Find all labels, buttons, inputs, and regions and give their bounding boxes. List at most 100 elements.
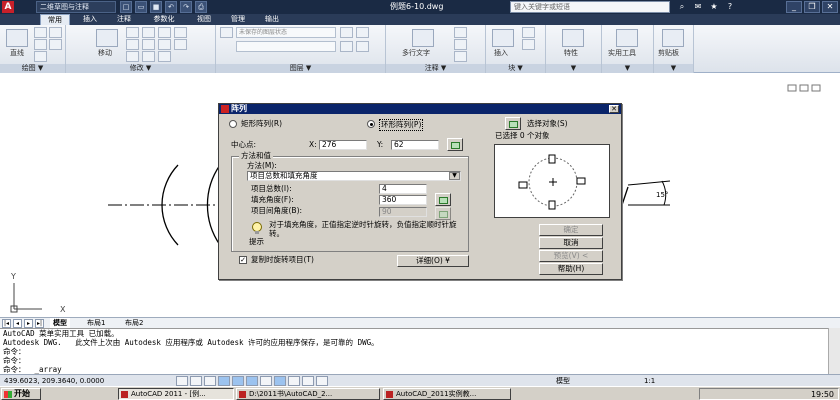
center-x-field[interactable]: 276 <box>319 140 367 150</box>
ortho-toggle[interactable] <box>204 376 216 386</box>
hatch-icon[interactable] <box>34 51 47 62</box>
ducs-toggle[interactable] <box>260 376 272 386</box>
pick-fill-angle-button[interactable] <box>435 193 451 206</box>
snap-toggle[interactable] <box>176 376 188 386</box>
clipboard-panel-label[interactable]: ▼ <box>654 64 693 73</box>
help-button[interactable]: 帮助(H) <box>539 263 603 275</box>
more-details-button[interactable]: 详细(O) ¥ <box>397 255 469 267</box>
block-panel-label[interactable]: 块 ▼ <box>486 64 545 73</box>
scale-icon[interactable] <box>126 51 139 62</box>
autocad-logo-icon[interactable]: A <box>2 1 14 13</box>
restore-icon[interactable]: ❐ <box>804 1 820 13</box>
task-folder[interactable]: D:\2011书\AutoCAD_2... <box>236 388 380 400</box>
utilities-panel-label[interactable]: ▼ <box>602 64 653 73</box>
explode-icon[interactable] <box>158 39 171 50</box>
save-icon[interactable]: ■ <box>150 1 162 13</box>
start-button[interactable]: 开始 <box>1 388 41 400</box>
circle-icon[interactable] <box>49 27 62 38</box>
command-window[interactable]: AutoCAD 菜单实用工具 已加载。 Autodesk DWG. 此文件上次由… <box>0 328 828 374</box>
pick-between-angle-button[interactable] <box>435 207 451 220</box>
grid-toggle[interactable] <box>190 376 202 386</box>
table-icon[interactable] <box>454 51 467 62</box>
undo-icon[interactable]: ↶ <box>165 1 177 13</box>
polyline-icon[interactable] <box>34 27 47 38</box>
modify-panel-label[interactable]: 修改 ▼ <box>66 64 215 73</box>
chevron-down-icon[interactable]: ▼ <box>449 172 460 180</box>
items-field[interactable]: 4 <box>379 184 427 194</box>
clipboard-icon[interactable] <box>662 29 684 47</box>
stretch-icon[interactable] <box>174 39 187 50</box>
close-icon[interactable]: ✕ <box>822 1 838 13</box>
layer-tool2-icon[interactable] <box>356 27 369 38</box>
line-icon[interactable] <box>6 29 28 47</box>
tab-insert[interactable]: 插入 <box>76 14 104 25</box>
rect-array-radio[interactable] <box>229 120 237 128</box>
layer-tool-icon[interactable] <box>340 27 353 38</box>
between-angle-field[interactable]: 90 <box>379 207 427 217</box>
polar-array-radio[interactable] <box>367 120 375 128</box>
array-icon[interactable] <box>142 51 155 62</box>
center-y-field[interactable]: 62 <box>391 140 439 150</box>
tab-output[interactable]: 输出 <box>258 14 286 25</box>
select-objects-button[interactable] <box>505 117 521 130</box>
create-block-icon[interactable] <box>522 27 535 38</box>
fillet-icon[interactable] <box>142 39 155 50</box>
first-tab-icon[interactable]: |◂ <box>2 319 11 328</box>
dialog-title-bar[interactable]: 阵列 ✕ <box>219 104 621 114</box>
redo-icon[interactable]: ↷ <box>180 1 192 13</box>
next-tab-icon[interactable]: ▸ <box>24 319 33 328</box>
task-autocad[interactable]: AutoCAD 2011 - [例... <box>118 388 234 400</box>
lwt-toggle[interactable] <box>288 376 300 386</box>
tab-view[interactable]: 视图 <box>190 14 218 25</box>
pick-center-button[interactable] <box>447 138 463 151</box>
utilities-icon[interactable] <box>616 29 638 47</box>
leader-icon[interactable] <box>454 39 467 50</box>
properties-panel-label[interactable]: ▼ <box>546 64 601 73</box>
layer-tool3-icon[interactable] <box>340 41 353 52</box>
select-objects-label[interactable]: 选择对象(S) <box>527 119 568 129</box>
layer-state-dropdown[interactable]: 未保存的图层状态 <box>236 27 336 38</box>
sc-toggle[interactable] <box>316 376 328 386</box>
rotate-icon[interactable] <box>126 27 139 38</box>
offset-icon[interactable] <box>158 51 171 62</box>
copy-icon[interactable] <box>174 27 187 38</box>
ok-button[interactable]: 确定 <box>539 224 603 236</box>
mirror-icon[interactable] <box>126 39 139 50</box>
help-icon[interactable]: ? <box>724 1 736 13</box>
viewport-controls[interactable] <box>787 84 821 92</box>
rectangle-icon[interactable] <box>49 39 62 50</box>
fill-angle-field[interactable]: 360 <box>379 195 427 205</box>
qp-toggle[interactable] <box>302 376 314 386</box>
binoculars-icon[interactable]: ⌕ <box>676 1 688 13</box>
dimension-icon[interactable] <box>454 27 467 38</box>
dyn-toggle[interactable] <box>274 376 286 386</box>
draw-panel-label[interactable]: 绘图 ▼ <box>0 64 65 73</box>
rotate-items-checkbox[interactable]: ✓ <box>239 256 247 264</box>
task-document[interactable]: AutoCAD_2011实例教... <box>383 388 511 400</box>
arc-icon[interactable] <box>34 39 47 50</box>
workspace-selector[interactable]: 二维草图与注释 <box>36 1 116 13</box>
rotate-items-label[interactable]: 复制时旋转项目(T) <box>251 255 314 265</box>
tab-annotate[interactable]: 注释 <box>110 14 138 25</box>
new-icon[interactable]: □ <box>120 1 132 13</box>
insert-block-icon[interactable] <box>492 29 514 47</box>
star-icon[interactable]: ★ <box>708 1 720 13</box>
properties-icon[interactable] <box>562 29 584 47</box>
open-icon[interactable]: ▭ <box>135 1 147 13</box>
last-tab-icon[interactable]: ▸| <box>35 319 44 328</box>
layers-panel-label[interactable]: 图层 ▼ <box>216 64 385 73</box>
method-select[interactable]: 项目总数和填充角度 <box>247 171 461 181</box>
command-scrollbar[interactable] <box>828 328 840 374</box>
current-layer-dropdown[interactable] <box>236 41 336 52</box>
preview-button[interactable]: 预览(V) < <box>539 250 603 262</box>
polar-array-label[interactable]: 环形阵列(P) <box>379 119 424 131</box>
edit-block-icon[interactable] <box>522 39 535 50</box>
layer-properties-icon[interactable] <box>220 27 233 38</box>
subscription-icon[interactable]: ✉ <box>692 1 704 13</box>
search-input[interactable]: 键入关键字或短语 <box>510 1 670 13</box>
annotation-panel-label[interactable]: 注释 ▼ <box>386 64 485 73</box>
minimize-icon[interactable]: _ <box>786 1 802 13</box>
rect-array-label[interactable]: 矩形阵列(R) <box>241 119 282 129</box>
move-icon[interactable] <box>96 29 118 47</box>
dialog-close-button[interactable]: ✕ <box>609 105 619 113</box>
